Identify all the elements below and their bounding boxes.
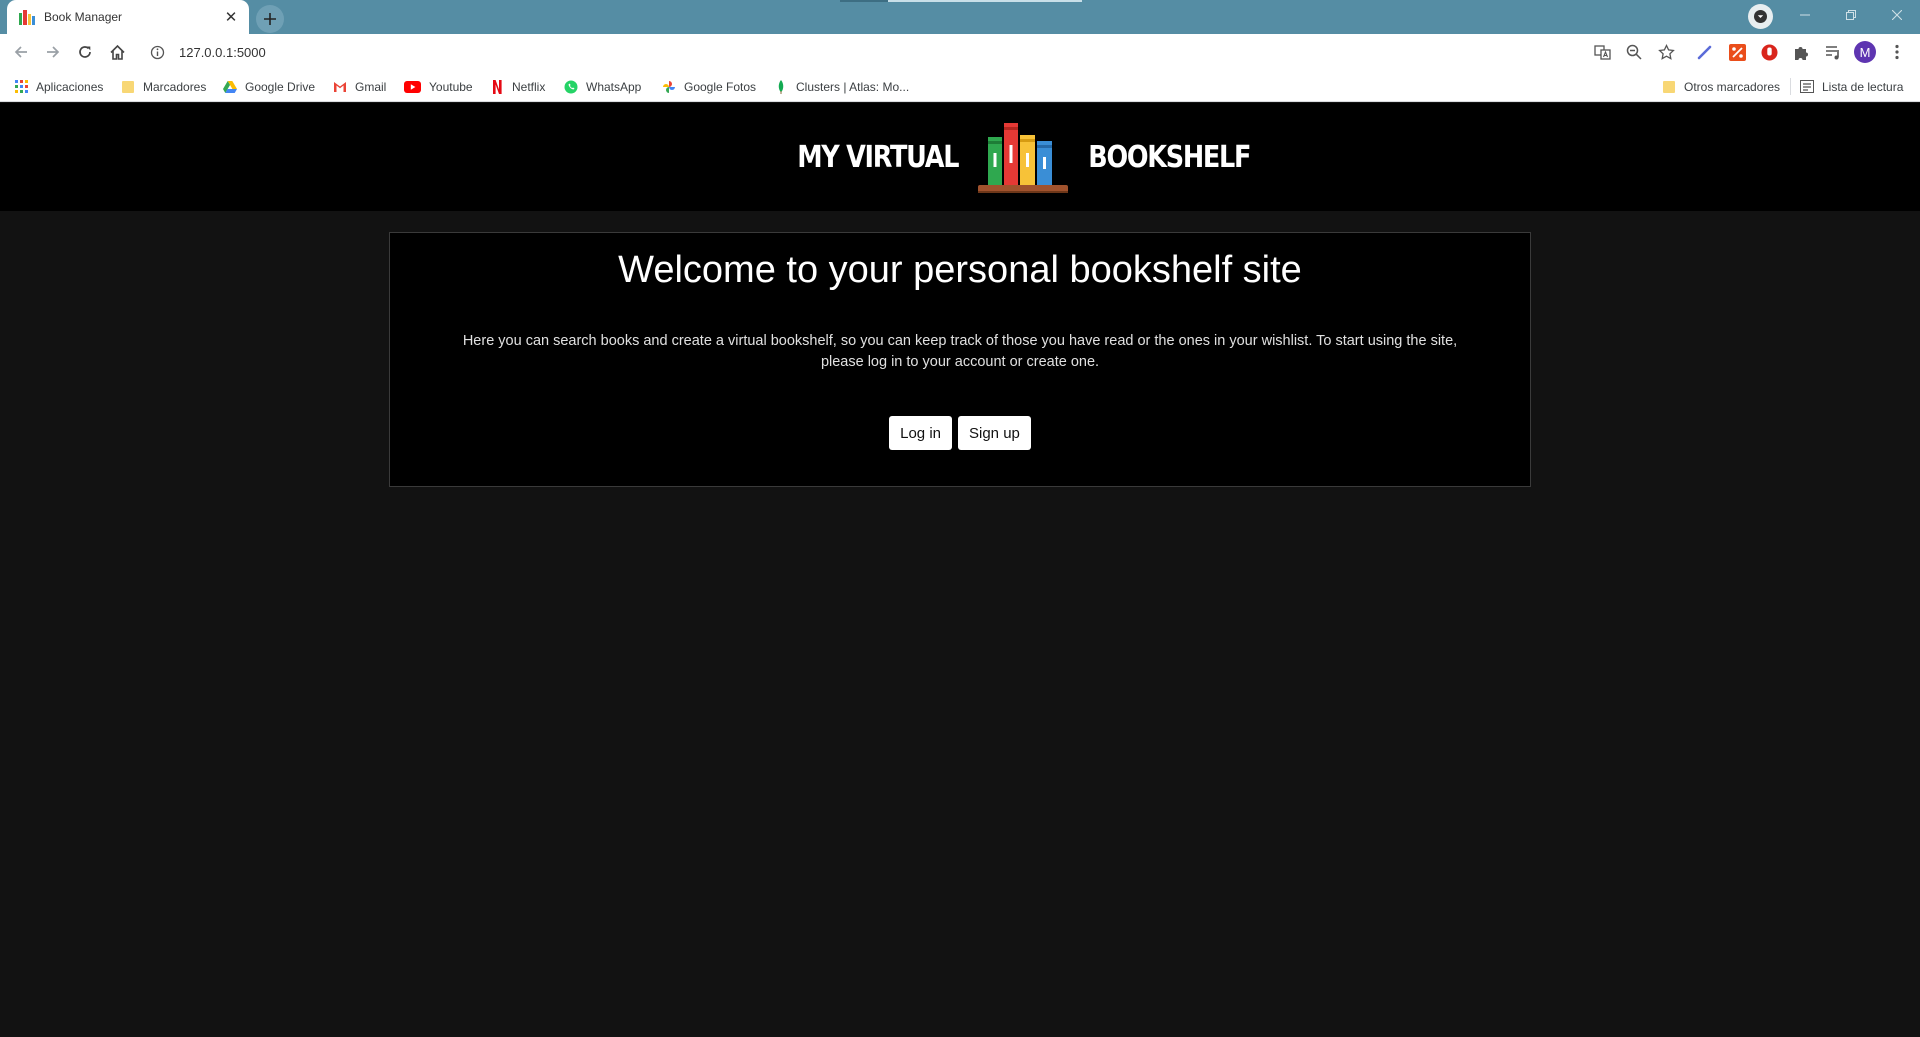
bookmark-netflix[interactable]: Netflix xyxy=(490,78,545,95)
bookmark-label: Lista de lectura xyxy=(1822,79,1904,94)
site-logo[interactable]: MY VIRTUAL BOOKSHELF xyxy=(783,117,1265,197)
bookmark-folder-marcadores[interactable]: Marcadores xyxy=(121,78,206,95)
arrow-right-icon xyxy=(47,46,60,58)
folder-icon xyxy=(1662,80,1676,94)
extension-percent-button[interactable] xyxy=(1725,40,1749,64)
extension-adblock-button[interactable] xyxy=(1757,40,1781,64)
google-photos-icon xyxy=(662,80,676,94)
media-button[interactable] xyxy=(1821,40,1845,64)
forward-button[interactable] xyxy=(39,38,67,66)
auth-buttons: Log in Sign up xyxy=(390,416,1530,450)
browser-tab[interactable]: Book Manager ✕ xyxy=(7,0,249,34)
apps-grid-icon xyxy=(14,80,28,94)
new-tab-button[interactable] xyxy=(256,5,284,33)
browser-tabstrip: Book Manager ✕ xyxy=(0,0,1920,34)
bookmark-google-fotos[interactable]: Google Fotos xyxy=(662,78,756,95)
kebab-menu-icon xyxy=(1895,44,1899,60)
reload-button[interactable] xyxy=(71,38,99,66)
logo-text-left: MY VIRTUAL xyxy=(797,139,959,175)
close-icon xyxy=(1892,10,1902,20)
extensions-button[interactable] xyxy=(1789,40,1813,64)
back-button[interactable] xyxy=(7,38,35,66)
home-icon xyxy=(109,44,125,60)
bookmark-star-button[interactable] xyxy=(1654,40,1678,64)
tab-title: Book Manager xyxy=(44,10,123,24)
puzzle-icon xyxy=(1794,46,1808,60)
bookmark-youtube[interactable]: Youtube xyxy=(404,78,473,95)
bookmarks-divider xyxy=(1790,78,1791,95)
bookmarks-bar: Aplicaciones Marcadores Google Drive Gma… xyxy=(0,70,1920,102)
bookmark-other-folder[interactable]: Otros marcadores xyxy=(1662,78,1780,95)
restore-icon xyxy=(1846,10,1856,20)
welcome-text-line1: Here you can search books and create a v… xyxy=(462,333,1458,349)
bookmark-label: Marcadores xyxy=(143,79,207,94)
reading-list-icon xyxy=(1800,80,1814,94)
logo-text-right: BOOKSHELF xyxy=(1088,139,1252,175)
bookmark-label: Netflix xyxy=(512,79,546,94)
netflix-icon xyxy=(490,79,504,94)
bookmark-label: Gmail xyxy=(355,79,387,94)
media-queue-icon xyxy=(1825,45,1839,59)
browser-toolbar: 127.0.0.1:5000 M xyxy=(0,34,1920,70)
bookmark-label: Otros marcadores xyxy=(1684,79,1781,94)
reload-icon xyxy=(79,46,91,58)
page-content: MY VIRTUAL BOOKSHELF Welcome to your per… xyxy=(0,103,1920,1037)
bookmark-label: Aplicaciones xyxy=(36,79,104,94)
profile-button[interactable]: M xyxy=(1853,40,1877,64)
tab-close-icon[interactable]: ✕ xyxy=(223,9,239,26)
percent-icon xyxy=(1728,43,1746,61)
translate-button[interactable] xyxy=(1590,40,1614,64)
address-bar[interactable]: 127.0.0.1:5000 xyxy=(140,38,1740,66)
home-button[interactable] xyxy=(103,38,131,66)
tab-strip-marker xyxy=(840,0,888,2)
close-window-button[interactable] xyxy=(1874,0,1920,30)
adblock-icon xyxy=(1761,44,1777,60)
bookmark-label: Google Drive xyxy=(245,79,316,94)
login-button[interactable]: Log in xyxy=(889,416,952,450)
reading-list-button[interactable]: Lista de lectura xyxy=(1800,78,1903,95)
youtube-icon xyxy=(404,80,421,94)
tab-search-button[interactable] xyxy=(1748,4,1773,29)
translate-icon xyxy=(1593,44,1611,60)
bookshelf-favicon-icon xyxy=(19,9,35,25)
welcome-text-line2: please log in to your account or create … xyxy=(820,354,1100,370)
mongodb-leaf-icon xyxy=(774,79,788,94)
zoom-button[interactable] xyxy=(1622,40,1646,64)
zoom-out-icon xyxy=(1626,44,1642,60)
folder-icon xyxy=(121,80,135,94)
bookmark-label: WhatsApp xyxy=(586,79,642,94)
browser-menu-button[interactable] xyxy=(1885,40,1909,64)
extension-pen-button[interactable] xyxy=(1693,40,1717,64)
bookmark-whatsapp[interactable]: WhatsApp xyxy=(564,78,641,95)
bookmark-label: Google Fotos xyxy=(684,79,757,94)
bookmark-apps[interactable]: Aplicaciones xyxy=(14,78,103,95)
bookmark-label: Clusters | Atlas: Mo... xyxy=(796,79,910,94)
bookmark-gmail[interactable]: Gmail xyxy=(333,78,386,95)
welcome-card: Welcome to your personal bookshelf site … xyxy=(389,232,1531,487)
pen-icon xyxy=(1697,45,1712,60)
plus-icon xyxy=(264,13,276,25)
profile-avatar: M xyxy=(1854,41,1876,63)
url-text: 127.0.0.1:5000 xyxy=(179,44,266,60)
bookmark-atlas-clusters[interactable]: Clusters | Atlas: Mo... xyxy=(774,78,909,95)
whatsapp-icon xyxy=(564,80,578,94)
google-drive-icon xyxy=(223,80,237,94)
welcome-title: Welcome to your personal bookshelf site xyxy=(618,249,1302,291)
star-icon xyxy=(1657,43,1675,60)
restore-button[interactable] xyxy=(1828,0,1874,30)
minimize-button[interactable] xyxy=(1782,0,1828,30)
bookshelf-icon xyxy=(978,121,1069,193)
welcome-description: Here you can search books and create a v… xyxy=(450,331,1470,373)
chevron-down-circle-icon xyxy=(1754,10,1767,23)
arrow-left-icon xyxy=(14,46,27,58)
info-icon[interactable] xyxy=(150,45,165,60)
bookmark-label: Youtube xyxy=(429,79,473,94)
bookmark-google-drive[interactable]: Google Drive xyxy=(223,78,315,95)
site-header: MY VIRTUAL BOOKSHELF xyxy=(0,103,1920,211)
minimize-icon xyxy=(1800,14,1810,16)
gmail-icon xyxy=(333,80,347,94)
signup-button[interactable]: Sign up xyxy=(958,416,1031,450)
